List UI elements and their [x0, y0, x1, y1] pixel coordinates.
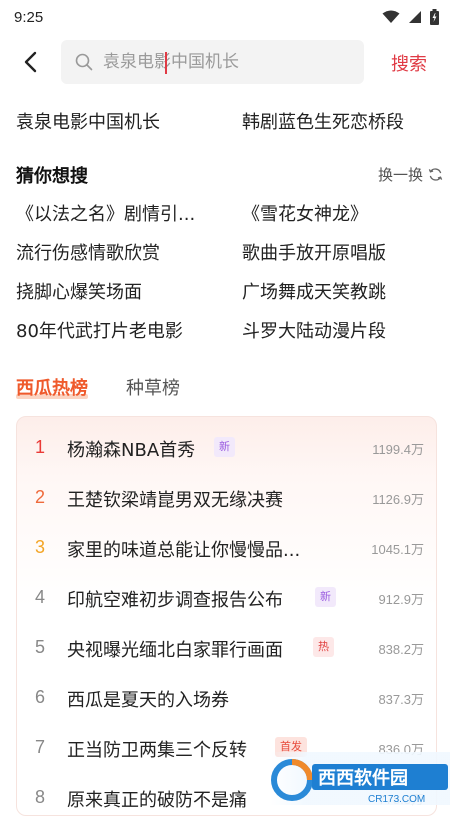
hot-list-row[interactable]: 2 王楚钦梁靖崑男双无缘决赛 1126.9万: [17, 475, 438, 525]
history-item[interactable]: 韩剧蓝色生死恋桥段: [242, 108, 404, 134]
tab-hot-list[interactable]: 西瓜热榜: [16, 374, 88, 400]
rank-number: 2: [35, 487, 46, 507]
signal-icon: [409, 11, 421, 23]
guess-header: 猜你想搜 换一换: [16, 160, 443, 190]
view-count: 1199.4万: [372, 442, 424, 457]
ranking-tabs: 西瓜热榜 种草榜: [16, 374, 316, 406]
hot-list-row[interactable]: 5 央视曝光缅北白家罪行画面 热 838.2万: [17, 625, 438, 675]
hot-title: 杨瀚森NBA首秀: [67, 440, 196, 461]
guess-item[interactable]: 斗罗大陆动漫片段: [242, 317, 436, 343]
hot-list-row[interactable]: 4 印航空难初步调查报告公布 新 912.9万: [17, 575, 438, 625]
svg-text:CR173.COM: CR173.COM: [368, 794, 425, 805]
chevron-left-icon: [24, 51, 37, 73]
guess-item[interactable]: 80年代武打片老电影: [16, 317, 226, 343]
status-time: 9:25: [14, 8, 44, 26]
view-count: 1045.1万: [371, 542, 424, 557]
watermark: 西西软件园 CR173.COM: [270, 752, 450, 805]
new-badge: 新: [214, 437, 235, 457]
hot-list-row[interactable]: 3 家里的味道总能让你慢慢品... 1045.1万: [17, 525, 438, 575]
refresh-icon: [428, 168, 443, 181]
guess-item[interactable]: 流行伤感情歌欣赏: [16, 239, 226, 265]
rank-number: 4: [35, 587, 46, 607]
tab-recommend-list[interactable]: 种草榜: [126, 374, 180, 400]
battery-icon: [430, 9, 439, 25]
hot-list-row[interactable]: 6 西瓜是夏天的入场券 837.3万: [17, 675, 438, 725]
hot-title: 印航空难初步调查报告公布: [67, 590, 283, 611]
search-input[interactable]: [103, 52, 343, 72]
view-count: 838.2万: [378, 642, 424, 657]
search-icon: [75, 53, 93, 71]
hot-badge: 热: [313, 637, 334, 657]
rank-number: 3: [35, 537, 46, 557]
status-bar: 9:25: [0, 0, 453, 34]
search-header: 搜索: [0, 38, 453, 86]
rank-number: 7: [35, 737, 46, 757]
hot-title: 原来真正的破防不是痛: [67, 790, 247, 811]
hot-list-row[interactable]: 1 杨瀚森NBA首秀 新 1199.4万: [17, 425, 438, 475]
history-item[interactable]: 袁泉电影中国机长: [16, 108, 160, 134]
wifi-icon: [382, 10, 400, 23]
hot-title: 正当防卫两集三个反转: [67, 740, 247, 761]
status-icons: [382, 9, 439, 25]
guess-item[interactable]: 挠脚心爆笑场面: [16, 278, 226, 304]
guess-item[interactable]: 广场舞成天笑教跳: [242, 278, 436, 304]
svg-text:西西软件园: 西西软件园: [318, 767, 408, 789]
view-count: 837.3万: [378, 692, 424, 707]
hot-title: 王楚钦梁靖崑男双无缘决赛: [67, 490, 283, 511]
rank-number: 1: [35, 437, 46, 457]
search-button[interactable]: 搜索: [391, 50, 427, 76]
back-button[interactable]: [14, 46, 46, 78]
guess-item[interactable]: 《雪花女神龙》: [242, 200, 436, 226]
watermark-logo: 西西软件园 CR173.COM: [271, 759, 448, 805]
guess-item[interactable]: 《以法之名》剧情引...: [16, 200, 226, 226]
rank-number: 6: [35, 687, 46, 707]
guess-item[interactable]: 歌曲手放开原唱版: [242, 239, 436, 265]
new-badge: 新: [315, 587, 336, 607]
refresh-button[interactable]: 换一换: [378, 164, 443, 185]
text-caret: [165, 52, 167, 74]
view-count: 1126.9万: [372, 492, 424, 507]
rank-number: 5: [35, 637, 46, 657]
view-count: 912.9万: [378, 592, 424, 607]
hot-title: 家里的味道总能让你慢慢品...: [67, 540, 301, 561]
refresh-label: 换一换: [377, 166, 423, 184]
search-box[interactable]: [61, 40, 364, 84]
section-title: 猜你想搜: [16, 166, 88, 187]
hot-title: 西瓜是夏天的入场券: [67, 690, 229, 711]
hot-title: 央视曝光缅北白家罪行画面: [67, 640, 283, 661]
